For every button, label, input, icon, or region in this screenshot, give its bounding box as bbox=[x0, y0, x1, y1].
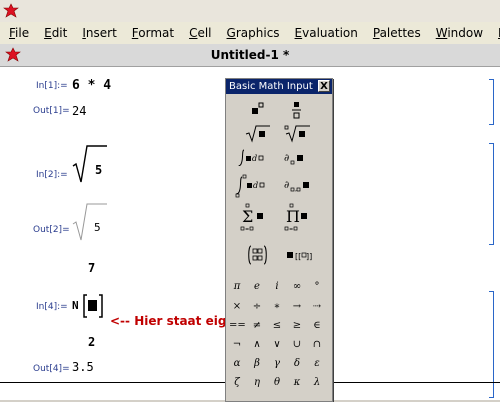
symbol-delayed-rule-button[interactable]: ⇢ bbox=[309, 301, 325, 312]
menu-format[interactable]: Format bbox=[123, 26, 180, 40]
palette-title[interactable]: Basic Math Input bbox=[226, 79, 332, 94]
cell-bracket[interactable] bbox=[489, 79, 494, 125]
menu-evaluation[interactable]: Evaluation bbox=[286, 26, 364, 40]
symbol-equal-button[interactable]: == bbox=[229, 320, 246, 331]
menu-graphics[interactable]: Graphics bbox=[218, 26, 286, 40]
symbol-degree-button[interactable]: ° bbox=[309, 281, 325, 292]
mixed-partial-template-button[interactable]: ∂, bbox=[282, 173, 322, 199]
square-root-symbol bbox=[72, 145, 107, 183]
symbol-zeta-button[interactable]: ζ bbox=[229, 377, 245, 388]
menu-insert[interactable]: Insert bbox=[73, 26, 122, 40]
menu-window[interactable]: Window bbox=[427, 26, 489, 40]
symbol-and-button[interactable]: ∧ bbox=[249, 339, 265, 350]
output-label: Out[2]= bbox=[33, 225, 70, 235]
svg-text:[[: [[ bbox=[295, 252, 301, 261]
menu-edit[interactable]: Edit bbox=[35, 26, 73, 40]
input-cell[interactable]: N bbox=[72, 299, 79, 312]
symbol-beta-button[interactable]: β bbox=[249, 358, 265, 369]
menu-file[interactable]: File bbox=[0, 26, 35, 40]
superscript-template-button[interactable] bbox=[246, 99, 270, 119]
symbol-infinity-button[interactable]: ∞ bbox=[289, 281, 305, 292]
output-cell: 5 bbox=[94, 221, 101, 234]
symbol-element-button[interactable]: ∈ bbox=[309, 320, 325, 331]
mathematica-logo-icon bbox=[3, 3, 19, 18]
symbol-eta-button[interactable]: η bbox=[249, 377, 265, 388]
symbol-or-button[interactable]: ∨ bbox=[269, 339, 285, 350]
svg-text:=: = bbox=[289, 227, 293, 233]
output-cell: 3.5 bbox=[72, 360, 94, 374]
symbol-alpha-button[interactable]: α bbox=[229, 358, 245, 369]
bracket-placeholder[interactable] bbox=[82, 293, 104, 319]
symbol-greater-equal-button[interactable]: ≥ bbox=[289, 320, 305, 331]
symbol-epsilon-button[interactable]: ε bbox=[309, 358, 325, 369]
symbol-star-button[interactable]: ∗ bbox=[269, 301, 285, 312]
basic-math-input-palette: Basic Math Input X d ∂ d ∂, Σ = Π = [[]… bbox=[225, 78, 333, 402]
fraction-numerator: 7 bbox=[88, 261, 96, 275]
input-label: In[4]:= bbox=[36, 302, 68, 312]
symbol-union-button[interactable]: ∪ bbox=[289, 339, 305, 350]
symbol-i-button[interactable]: i bbox=[269, 281, 285, 292]
symbol-divide-button[interactable]: ÷ bbox=[249, 301, 265, 312]
svg-text:d: d bbox=[253, 181, 258, 190]
menu-cell[interactable]: Cell bbox=[180, 26, 217, 40]
fraction-denominator: 2 bbox=[88, 335, 96, 349]
integral-template-button[interactable]: d bbox=[236, 147, 276, 169]
matrix-template-button[interactable] bbox=[246, 243, 270, 267]
symbol-times-button[interactable]: × bbox=[229, 301, 245, 312]
product-template-button[interactable]: Π = bbox=[284, 203, 316, 235]
svg-text:=: = bbox=[245, 227, 249, 233]
symbol-less-equal-button[interactable]: ≤ bbox=[269, 320, 285, 331]
menu-palettes[interactable]: Palettes bbox=[364, 26, 427, 40]
symbol-intersection-button[interactable]: ∩ bbox=[309, 339, 325, 350]
input-cell[interactable]: 6 * 4 bbox=[72, 78, 111, 93]
notebook-title: Untitled-1 * bbox=[210, 48, 290, 62]
input-label: In[1]:= bbox=[36, 81, 68, 91]
app-titlebar bbox=[0, 0, 500, 23]
svg-text:]]: ]] bbox=[306, 252, 312, 261]
cell-bracket[interactable] bbox=[489, 143, 494, 245]
output-label: Out[4]= bbox=[33, 364, 70, 374]
output-cell: 24 bbox=[72, 104, 87, 118]
symbol-theta-button[interactable]: θ bbox=[269, 377, 285, 388]
svg-text:Σ: Σ bbox=[242, 207, 253, 226]
nth-root-template-button[interactable] bbox=[282, 123, 312, 143]
symbol-e-button[interactable]: e bbox=[249, 281, 265, 292]
symbol-pi-button[interactable]: π bbox=[229, 281, 245, 292]
part-template-button[interactable]: [[]] bbox=[284, 247, 314, 265]
notebook-titlebar[interactable]: Untitled-1 * bbox=[0, 44, 500, 67]
sum-template-button[interactable]: Σ = bbox=[240, 203, 272, 235]
menu-bar: File Edit Insert Format Cell Graphics Ev… bbox=[0, 22, 500, 44]
symbol-gamma-button[interactable]: γ bbox=[269, 358, 285, 369]
svg-text:Π: Π bbox=[286, 207, 300, 226]
output-label: Out[1]= bbox=[33, 106, 70, 116]
symbol-kappa-button[interactable]: κ bbox=[289, 377, 305, 388]
svg-text:∂: ∂ bbox=[284, 180, 289, 191]
svg-text:d: d bbox=[252, 154, 257, 163]
palette-close-button[interactable]: X bbox=[318, 80, 330, 92]
partial-derivative-template-button[interactable]: ∂ bbox=[282, 147, 316, 169]
symbol-rule-button[interactable]: → bbox=[289, 301, 305, 312]
square-root-symbol bbox=[72, 203, 107, 241]
symbol-delta-button[interactable]: δ bbox=[289, 358, 305, 369]
symbol-not-button[interactable]: ¬ bbox=[229, 339, 245, 350]
input-label: In[2]:= bbox=[36, 170, 68, 180]
input-cell[interactable]: 5 bbox=[95, 163, 102, 177]
menu-help[interactable]: Help bbox=[489, 26, 500, 40]
symbol-not-equal-button[interactable]: ≠ bbox=[249, 320, 265, 331]
svg-text:∂: ∂ bbox=[284, 153, 289, 164]
symbol-lambda-button[interactable]: λ bbox=[309, 377, 325, 388]
definite-integral-template-button[interactable]: d bbox=[234, 173, 278, 199]
sqrt-template-button[interactable] bbox=[242, 123, 272, 143]
fraction-template-button[interactable] bbox=[284, 99, 308, 121]
